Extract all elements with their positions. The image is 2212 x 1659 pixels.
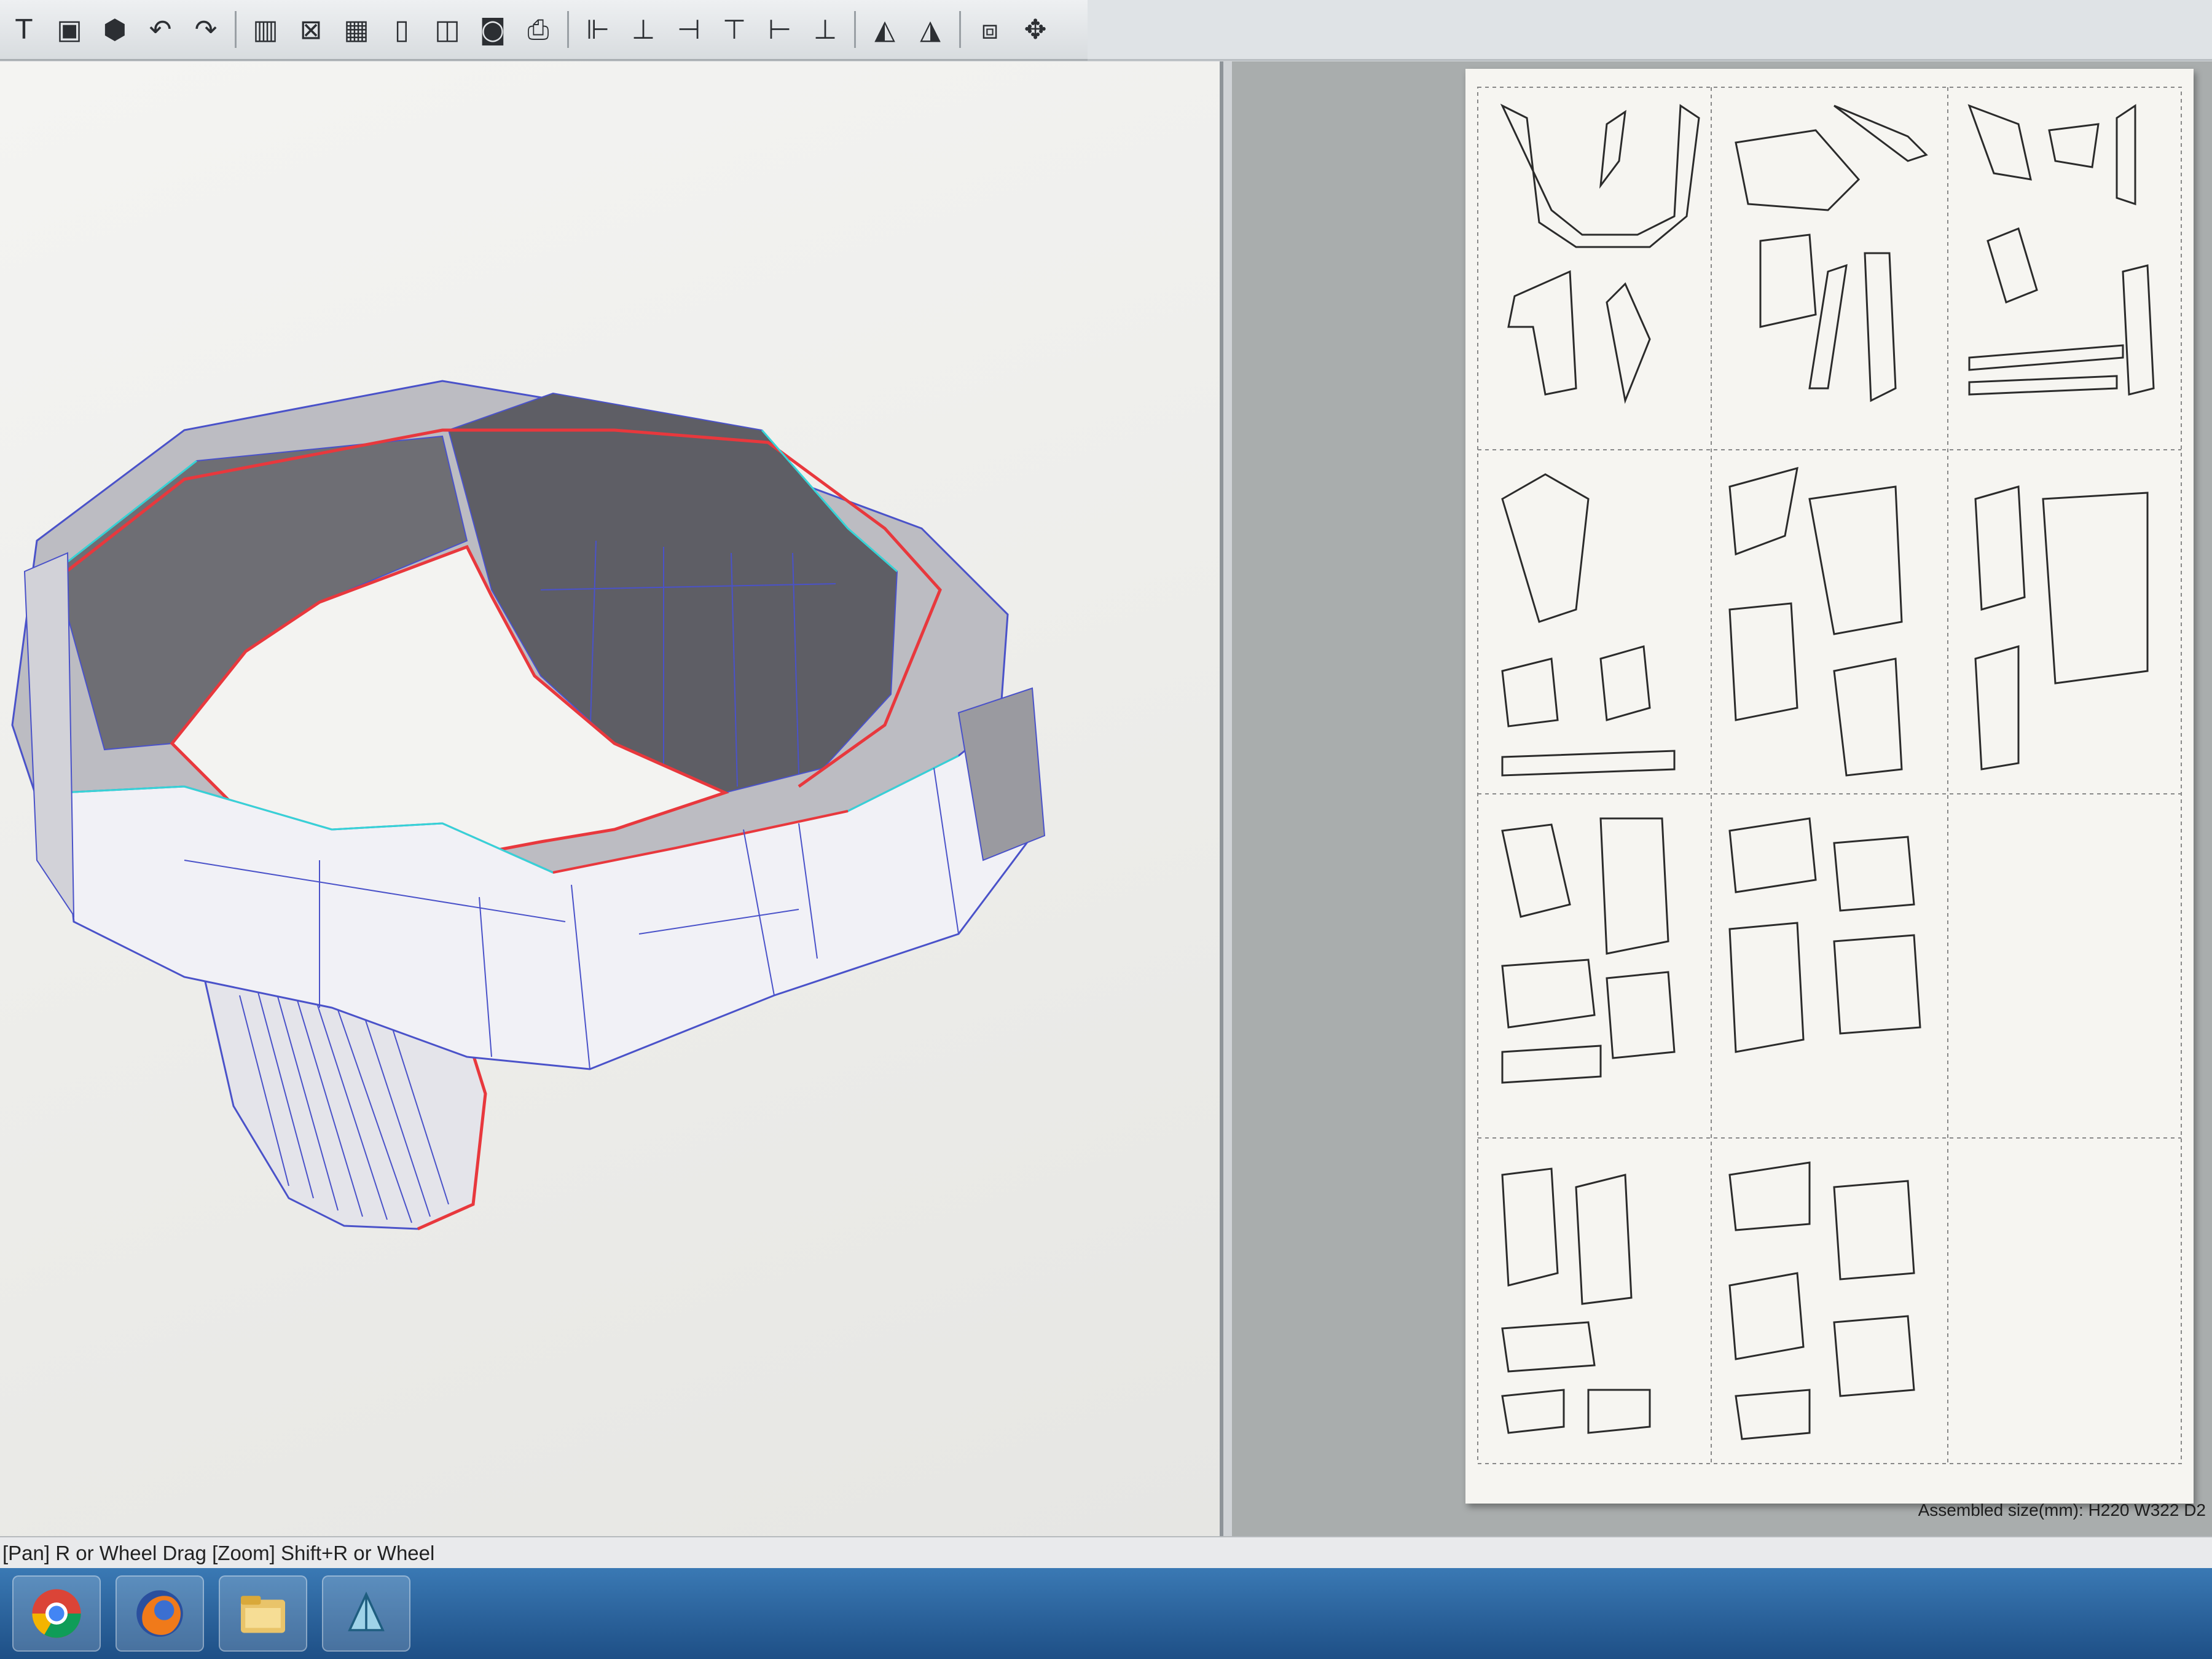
assembled-size-label: Assembled size(mm): H220 W322 D2 — [1918, 1500, 2206, 1520]
main-toolbar: T ▣ ⬢ ↶ ↷ ▥ ⊠ ▦ ▯ ◫ ◙ ⎙ ⊩ ⊥ ⊣ ⊤ ⊢ ⊥ ◭ ◮ ⧈ ✥ — [0, 0, 1091, 61]
page-layout-icon[interactable]: ◫ — [427, 9, 468, 50]
align-right-icon[interactable]: ⊣ — [669, 9, 709, 50]
firefox-icon[interactable] — [116, 1575, 204, 1652]
status-bar: [Pan] R or Wheel Drag [Zoom] Shift+R or … — [0, 1536, 2212, 1569]
text-tool-icon[interactable]: T — [4, 9, 44, 50]
windows-taskbar — [0, 1568, 2212, 1659]
image-tool-icon[interactable]: ▣ — [49, 9, 90, 50]
print-icon[interactable]: ⎙ — [518, 9, 559, 50]
align-middle-icon[interactable]: ⊢ — [759, 9, 800, 50]
toolbar-background — [1088, 0, 2212, 61]
3d-model-render — [11, 380, 1046, 1231]
pepakura-icon[interactable] — [322, 1575, 410, 1652]
3d-view-pane[interactable] — [0, 61, 1223, 1536]
toolbar-separator — [567, 11, 569, 48]
settings-icon[interactable]: ◙ — [473, 9, 513, 50]
toolbar-separator — [235, 11, 237, 48]
grid-icon[interactable]: ▦ — [336, 9, 377, 50]
align-center-icon[interactable]: ⊥ — [623, 9, 664, 50]
status-hint: [Pan] R or Wheel Drag [Zoom] Shift+R or … — [2, 1542, 435, 1564]
unfold-icon[interactable]: ⊠ — [291, 9, 331, 50]
flip-v-icon[interactable]: ◮ — [910, 9, 951, 50]
toolbar-separator — [854, 11, 856, 48]
align-left-icon[interactable]: ⊩ — [578, 9, 618, 50]
chrome-icon[interactable] — [12, 1575, 101, 1652]
redo-icon[interactable]: ↷ — [186, 9, 226, 50]
align-top-icon[interactable]: ⊤ — [714, 9, 755, 50]
pattern-sheet[interactable] — [1465, 69, 2194, 1504]
file-explorer-icon[interactable] — [219, 1575, 307, 1652]
undo-icon[interactable]: ↶ — [140, 9, 181, 50]
align-bottom-icon[interactable]: ⊥ — [805, 9, 845, 50]
move-icon[interactable]: ✥ — [1015, 9, 1056, 50]
pane-splitter[interactable] — [1223, 61, 1232, 1536]
book-icon[interactable]: ▥ — [245, 9, 286, 50]
page-icon[interactable]: ▯ — [382, 9, 422, 50]
unfolded-parts — [1477, 87, 2182, 1464]
cube-icon[interactable]: ⬢ — [95, 9, 135, 50]
toolbar-separator — [959, 11, 961, 48]
fit-icon[interactable]: ⧈ — [970, 9, 1010, 50]
flip-h-icon[interactable]: ◭ — [865, 9, 905, 50]
